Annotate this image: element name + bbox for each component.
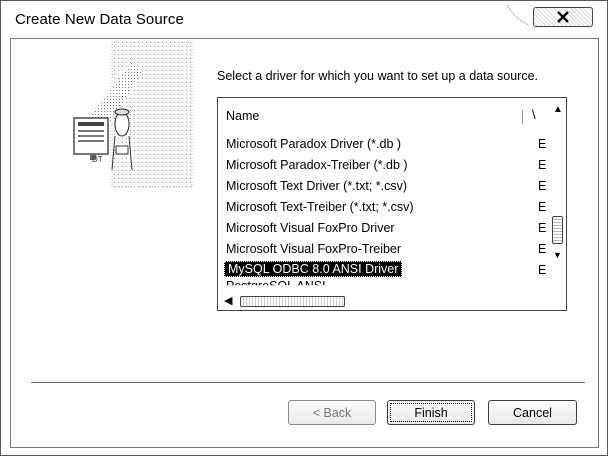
list-item[interactable]: Microsoft Paradox Driver (*.db ) E [218,134,554,155]
list-item[interactable]: Microsoft Visual FoxPro Driver E [218,218,554,239]
driver-listview[interactable]: Name \ Microsoft Paradox Driver (*.db ) … [217,97,567,311]
column-header-version[interactable]: \ [532,107,536,122]
vertical-scroll-thumb[interactable] [552,216,563,244]
title-bar: Create New Data Source [1,1,607,38]
scroll-left-arrow-icon[interactable]: ◀ [224,294,232,307]
list-item[interactable]: Microsoft Paradox-Treiber (*.db ) E [218,155,554,176]
horizontal-scrollbar[interactable]: ◀ [218,294,566,310]
back-button[interactable]: < Back [288,400,376,425]
list-item-selected[interactable]: MySQL ODBC 8.0 ANSI Driver E [218,260,554,281]
window-title: Create New Data Source [15,11,184,28]
list-item[interactable]: Microsoft Text-Treiber (*.txt; *.csv) E [218,197,554,218]
vertical-scrollbar[interactable]: ▲ ▼ [550,98,566,296]
cancel-button[interactable]: Cancel [488,400,577,425]
driver-prompt: Select a driver for which you want to se… [217,69,539,83]
list-header: Name \ [218,98,554,132]
driver-rows: Microsoft Paradox Driver (*.db ) E Micro… [218,134,554,302]
column-header-name[interactable]: Name [226,109,259,123]
column-separator[interactable] [522,110,523,124]
horizontal-scroll-thumb[interactable] [240,296,345,307]
close-button[interactable] [533,7,593,27]
svg-text:DT: DT [92,155,103,164]
data-source-illustration: DT [72,42,193,188]
create-data-source-dialog: Create New Data Source DT Select a drive… [0,0,608,456]
scroll-up-arrow-icon[interactable]: ▲ [553,104,563,115]
list-item[interactable]: Microsoft Text Driver (*.txt; *.csv) E [218,176,554,197]
titlebar-glow-decoration [506,4,530,26]
close-icon [557,11,569,23]
list-item[interactable]: Microsoft Visual FoxPro-Treiber E [218,239,554,260]
scroll-down-arrow-icon[interactable]: ▼ [553,250,562,260]
finish-button[interactable]: Finish [387,400,475,425]
footer-separator [31,382,585,383]
